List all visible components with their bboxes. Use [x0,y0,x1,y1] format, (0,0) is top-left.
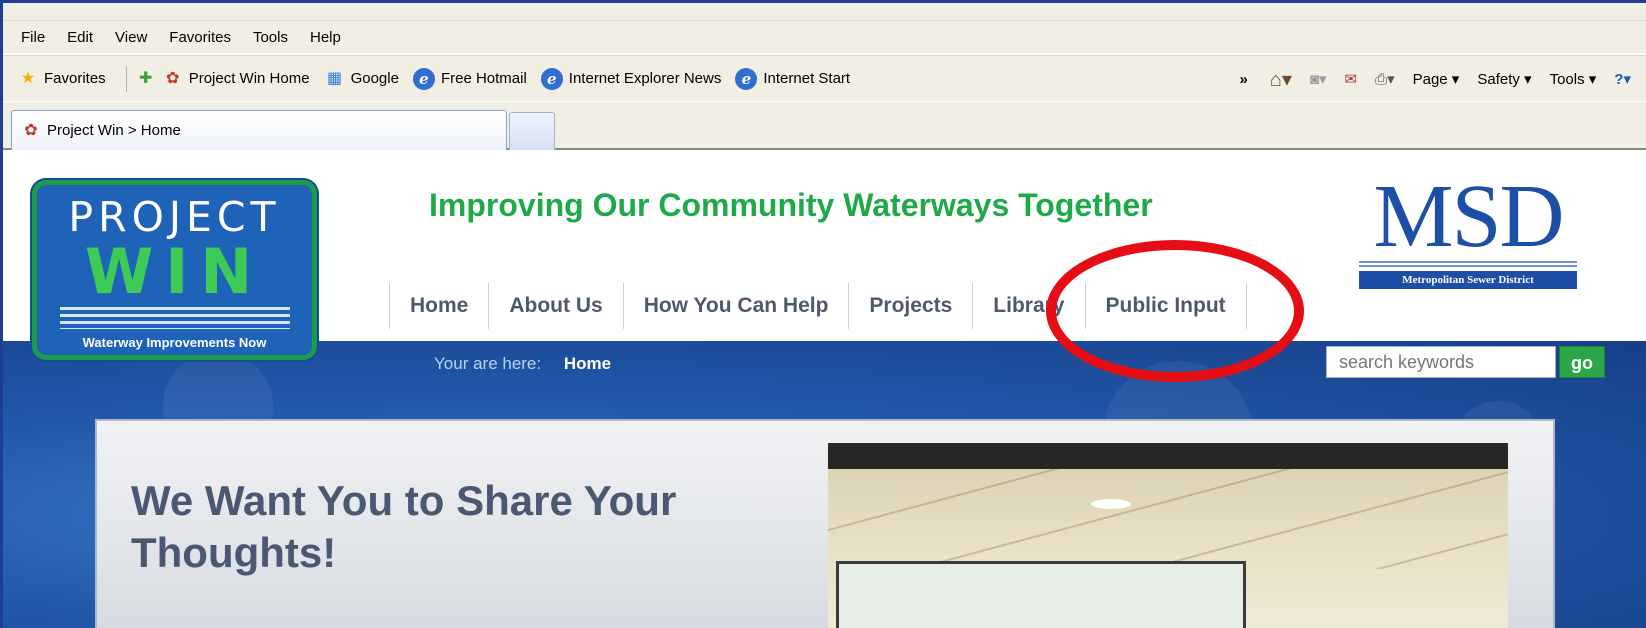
menu-view[interactable]: View [115,29,147,46]
google-icon: ▦ [327,69,343,87]
links-overflow-button[interactable]: » [1239,71,1247,88]
menu-favorites[interactable]: Favorites [169,29,231,46]
title-strip [3,3,1646,21]
ie-icon: e [412,67,435,90]
tab-project-win-home[interactable]: ✿ Project Win > Home [11,110,507,150]
breadcrumb-label: Your are here: [434,354,542,373]
ceiling-tiles [828,469,1508,569]
mail-icon[interactable]: ✉ [1345,70,1358,88]
menu-bar: File Edit View Favorites Tools Help [3,21,1646,53]
tools-menu[interactable]: Tools ▾ [1550,70,1597,88]
link-free-hotmail[interactable]: e Free Hotmail [412,67,527,90]
panel-title: We Want You to Share Your Thoughts! [131,477,677,576]
feeds-icon[interactable]: ◙▾ [1310,70,1327,88]
project-win-icon: ✿ [165,69,180,87]
favorites-bar: ★ Favorites ✚ ✿ Project Win Home ▦ Googl… [3,55,1646,101]
photo-top-bar [828,443,1508,469]
link-google[interactable]: ▦ Google [324,68,399,90]
ie-icon: e [540,67,563,90]
favorites-button[interactable]: ★ Favorites [17,68,106,90]
site-tagline: Improving Our Community Waterways Togeth… [429,187,1153,223]
menu-tools[interactable]: Tools [253,29,288,46]
breadcrumb-current[interactable]: Home [564,354,611,373]
print-icon[interactable]: ⎙▾ [1375,70,1395,88]
star-icon: ★ [20,69,36,87]
command-bar: » ⌂▾ ◙▾ ✉ ⎙▾ Page ▾ Safety ▾ Tools ▾ ?▾ [1239,56,1646,102]
feature-panel: We Want You to Share Your Thoughts! [95,419,1555,628]
nav-how-you-can-help[interactable]: How You Can Help [624,283,850,329]
tab-bar: ✿ Project Win > Home [3,102,1646,150]
project-win-logo[interactable]: PROJECT WIN Waterway Improvements Now [32,180,317,360]
logo-line-tagline: Waterway Improvements Now [82,335,267,350]
logo-line-project: PROJECT [68,193,281,241]
ie-icon: e [735,67,758,90]
msd-logo[interactable]: MSD Metropolitan Sewer District [1359,167,1577,291]
page-menu[interactable]: Page ▾ [1413,70,1460,88]
home-icon[interactable]: ⌂▾ [1270,67,1292,92]
msd-letters: MSD [1373,167,1564,266]
projector-screen [836,561,1246,628]
toolbar-separator [125,65,127,92]
msd-subtitle: Metropolitan Sewer District [1359,271,1577,289]
meeting-room-photo [828,443,1508,628]
link-label: Project Win Home [188,70,310,87]
link-label: Free Hotmail [440,70,527,87]
link-label: Google [350,70,399,87]
breadcrumb: Your are here: Home [434,354,611,374]
link-label: Internet Start [763,70,851,87]
nav-about-us[interactable]: About Us [489,283,624,329]
search-go-button[interactable]: go [1559,346,1605,378]
add-favorite-icon[interactable]: ✚ [135,68,157,90]
link-project-win-home[interactable]: ✿ Project Win Home [162,68,310,90]
link-label: Internet Explorer News [568,70,722,87]
menu-help[interactable]: Help [310,29,341,46]
web-page: PROJECT WIN Waterway Improvements Now Im… [3,153,1646,628]
nav-home[interactable]: Home [390,283,490,329]
new-tab-button[interactable] [509,112,555,150]
help-icon[interactable]: ?▾ [1614,70,1631,88]
project-win-icon: ✿ [24,121,38,139]
search-input[interactable] [1326,346,1556,378]
safety-menu[interactable]: Safety ▾ [1477,70,1531,88]
wave-icon [59,307,290,329]
menu-file[interactable]: File [21,29,45,46]
menu-edit[interactable]: Edit [67,29,93,46]
link-ie-news[interactable]: e Internet Explorer News [540,67,722,90]
ceiling-light [1091,499,1131,509]
highlight-annotation-ring [1046,240,1304,382]
nav-projects[interactable]: Projects [849,283,974,329]
favorites-label: Favorites [44,70,106,87]
tab-title: Project Win > Home [47,122,181,139]
browser-window: File Edit View Favorites Tools Help ★ Fa… [0,0,1646,628]
logo-line-win: WIN [84,235,265,308]
link-internet-start[interactable]: e Internet Start [735,67,851,90]
